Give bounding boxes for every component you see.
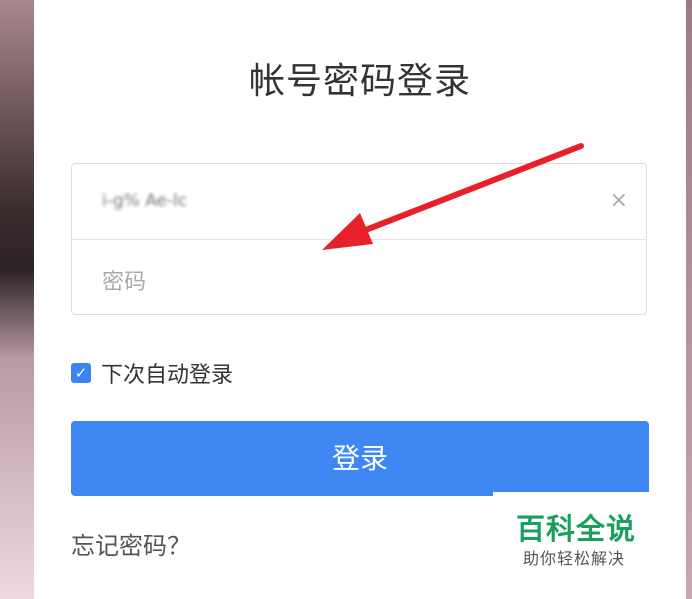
red-arrow-annotation [322, 143, 584, 250]
